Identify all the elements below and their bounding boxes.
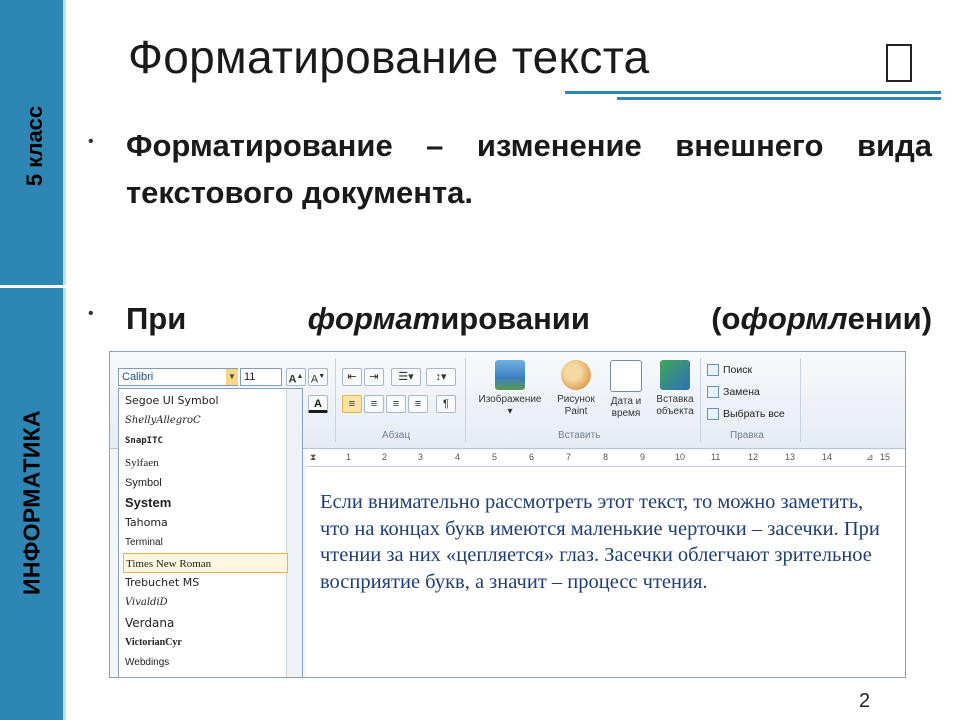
bullet-formatting: При форматировании (оформлении): [126, 295, 932, 342]
select-all-icon: [707, 408, 719, 421]
ruler-tick: 2: [382, 452, 388, 462]
p2-text: При: [126, 301, 308, 336]
group-separator: [465, 358, 466, 442]
ruler-tick: 5: [492, 452, 498, 462]
paint-button[interactable]: Рисунок Paint: [552, 360, 600, 418]
font-option[interactable]: Symbol: [123, 473, 290, 493]
group-label-insert: Вставить: [558, 430, 601, 441]
list-button[interactable]: ☰▾: [391, 368, 421, 386]
paragraph-button[interactable]: ¶: [436, 395, 456, 413]
align-right-button[interactable]: ≡: [386, 395, 406, 413]
sidebar: 5 класс ИНФОРМАТИКА: [0, 0, 66, 720]
datetime-button[interactable]: Дата и время: [603, 360, 649, 420]
ruler-tick: 11: [711, 452, 721, 462]
ruler-tick: 6: [529, 452, 535, 462]
insert-object-icon: [660, 360, 690, 390]
font-option[interactable]: ShellyAllegroC: [123, 411, 290, 431]
font-option[interactable]: Trebuchet MS: [123, 573, 290, 593]
insert-picture-label: Изображение: [478, 394, 542, 405]
binoculars-icon: [707, 364, 719, 377]
font-option[interactable]: Verdana: [123, 613, 290, 633]
select-all-button[interactable]: Выбрать все: [707, 408, 785, 421]
font-option[interactable]: Webdings: [123, 653, 290, 673]
font-option[interactable]: VivaldiD: [123, 593, 290, 613]
find-button[interactable]: Поиск: [707, 364, 753, 377]
align-left-button[interactable]: ≡: [342, 395, 362, 413]
wordpad-screenshot: Calibri ▼ 11 A▲ A▼ A ⇤ ⇥ ☰▾ ↕▾ ≡ ≡ ≡ ≡ ¶…: [109, 351, 906, 678]
page-title: Форматирование текста: [128, 31, 650, 83]
document-area[interactable]: Если внимательно рассмотреть этот текст,…: [306, 467, 905, 677]
decrease-indent-button[interactable]: ⇤: [342, 368, 362, 386]
font-size-input[interactable]: 11: [240, 368, 282, 386]
p2-text: ении): [847, 301, 933, 336]
ruler-tick: 10: [675, 452, 686, 462]
grade-label: 5 класс: [22, 105, 47, 187]
font-color-button[interactable]: A: [308, 395, 328, 413]
font-option[interactable]: VictorianCyr: [123, 633, 290, 653]
group-separator: [800, 358, 801, 442]
find-label: Поиск: [723, 364, 753, 376]
ruler-tick: 3: [418, 452, 424, 462]
subject-label: ИНФОРМАТИКА: [18, 410, 45, 595]
ruler-tick: 8: [603, 452, 609, 462]
insert-object-button[interactable]: Вставка объекта: [652, 360, 698, 418]
ruler-tick: 4: [455, 452, 461, 462]
title-underline-2: [617, 97, 941, 100]
document-text[interactable]: Если внимательно рассмотреть этот текст,…: [320, 489, 890, 595]
font-option[interactable]: Terminal: [123, 533, 290, 553]
font-option[interactable]: System: [123, 493, 290, 513]
insert-object-label: Вставка объекта: [656, 394, 694, 417]
ruler-tick: 13: [785, 452, 796, 462]
page-number: 2: [859, 690, 871, 712]
ruler-tick: 1: [346, 452, 352, 462]
calendar-clock-icon: [610, 360, 642, 392]
font-option[interactable]: Sylfaen: [123, 453, 290, 473]
bullet-definition: Форматирование – изменение внешнего вида…: [126, 128, 932, 210]
align-center-button[interactable]: ≡: [364, 395, 384, 413]
p2-italic: формл: [740, 301, 848, 336]
font-dropdown: Segoe UI Symbol ShellyAllegroC SnapITC S…: [118, 388, 303, 677]
ruler-tick: 12: [748, 452, 759, 462]
ruler-tick: 14: [822, 452, 833, 462]
group-label-editing: Правка: [730, 430, 764, 441]
justify-button[interactable]: ≡: [408, 395, 428, 413]
insert-picture-button[interactable]: Изображение ▾: [472, 360, 548, 418]
font-option[interactable]: Segoe UI Symbol: [123, 391, 290, 411]
font-name-input[interactable]: Calibri: [118, 368, 238, 386]
paint-label: Рисунок Paint: [557, 394, 595, 417]
datetime-label: Дата и время: [610, 396, 642, 419]
paint-palette-icon: [561, 360, 591, 390]
p2-italic: формат: [307, 301, 441, 336]
picture-icon: [495, 360, 525, 390]
font-option[interactable]: Tahoma: [123, 513, 290, 533]
bullet-marker: •: [88, 305, 94, 322]
ruler-tick: 7: [566, 452, 572, 462]
line-spacing-button[interactable]: ↕▾: [426, 368, 456, 386]
font-option-selected[interactable]: Times New Roman: [123, 553, 288, 573]
replace-label: Замена: [723, 386, 760, 398]
bullet-marker: •: [88, 133, 94, 150]
chevron-down-icon[interactable]: ▼: [226, 369, 238, 385]
shrink-font-button[interactable]: A▼: [308, 368, 328, 386]
font-option[interactable]: SnapITC: [123, 431, 290, 451]
indent-marker[interactable]: ⧗: [310, 452, 316, 463]
replace-icon: [707, 386, 719, 399]
select-all-label: Выбрать все: [723, 408, 785, 420]
indent-marker-right[interactable]: ⊿: [866, 452, 874, 463]
ruler: ⧗ 1 2 3 4 5 6 7 8 9 10 11 12 13 14 ⊿ 15: [306, 450, 905, 467]
p2-text: ировании (о: [440, 301, 741, 336]
grow-font-button[interactable]: A▲: [286, 368, 306, 386]
ruler-tick: 9: [640, 452, 646, 462]
replace-button[interactable]: Замена: [707, 386, 760, 399]
group-separator: [700, 358, 701, 442]
ruler-tick: 15: [880, 452, 891, 462]
document-icon: [886, 44, 912, 82]
increase-indent-button[interactable]: ⇥: [364, 368, 384, 386]
title-underline: [565, 91, 941, 94]
group-label-paragraph: Абзац: [382, 430, 411, 441]
group-separator: [335, 358, 336, 442]
